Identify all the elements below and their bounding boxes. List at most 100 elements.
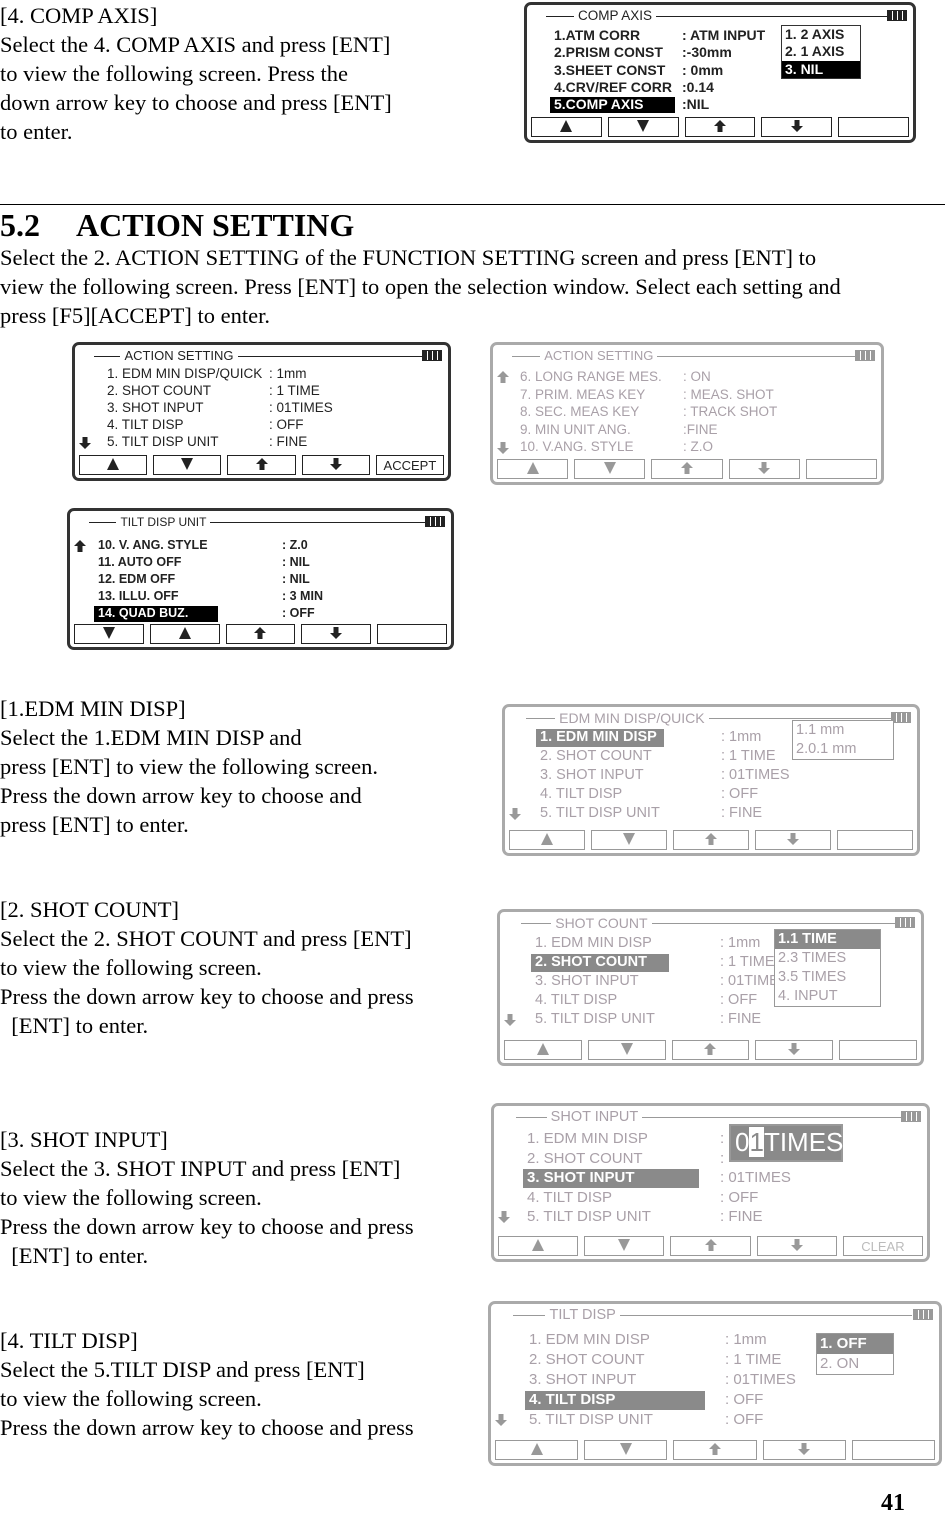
menu-item-label[interactable]: 3.SHEET CONST — [554, 62, 665, 79]
blank-softkey[interactable] — [837, 830, 913, 850]
menu-item-label[interactable]: 2. SHOT COUNT — [107, 382, 211, 399]
menu-item-label[interactable]: 5.COMP AXIS — [554, 96, 643, 113]
menu-item-label[interactable]: 5. TILT DISP UNIT — [107, 433, 219, 450]
page-up-softkey[interactable] — [670, 1236, 751, 1256]
menu-item-label[interactable]: 4.CRV/REF CORR — [554, 79, 672, 96]
triangle-down-softkey[interactable] — [591, 830, 667, 850]
menu-item-label[interactable]: 8. SEC. MEAS KEY — [520, 403, 639, 421]
menu-item-label[interactable]: 4. TILT DISP — [535, 991, 617, 1010]
page-up-softkey[interactable] — [673, 830, 749, 850]
popup-option[interactable]: 2. ON — [817, 1354, 893, 1374]
input-text: TIMES — [763, 1127, 844, 1157]
page-up-softkey[interactable] — [651, 459, 723, 479]
menu-item-label[interactable]: 12. EDM OFF — [98, 571, 175, 588]
popup-option[interactable]: 3. NIL — [782, 60, 860, 78]
menu-item-label[interactable]: 3. SHOT INPUT — [535, 972, 639, 991]
triangle-up-softkey[interactable] — [79, 455, 148, 475]
popup-option[interactable]: 2.0.1 mm — [793, 740, 893, 759]
blank-softkey[interactable] — [377, 624, 447, 644]
menu-item-value: : FINE — [720, 1208, 763, 1225]
popup-option[interactable]: 1. OFF — [817, 1334, 893, 1354]
page-up-softkey[interactable] — [227, 455, 296, 475]
device-screen-tilt-disp: TILT DISP 1. EDM MIN DISP: 1mm 2. SHOT COU… — [488, 1301, 942, 1466]
triangle-down-softkey[interactable] — [584, 1236, 665, 1256]
menu-item-label[interactable]: 2. SHOT COUNT — [535, 953, 647, 972]
page-down-softkey[interactable] — [762, 1440, 846, 1460]
menu-item-label[interactable]: 1. EDM MIN DISP — [527, 1129, 648, 1149]
menu-item-label[interactable]: 1. EDM MIN DISP — [535, 934, 652, 953]
menu-item-label[interactable]: 2.PRISM CONST — [554, 44, 663, 61]
blank-softkey[interactable] — [839, 1040, 917, 1060]
accept-softkey[interactable]: ACCEPT — [375, 455, 445, 475]
popup-option[interactable]: 1. 2 AXIS — [782, 26, 860, 43]
menu-item-label[interactable]: 2. SHOT COUNT — [540, 747, 652, 766]
page-down-softkey[interactable] — [301, 455, 370, 475]
blank-softkey[interactable] — [838, 117, 909, 137]
page-up-softkey[interactable] — [225, 624, 296, 644]
triangle-down-softkey[interactable] — [584, 1440, 668, 1460]
popup-option[interactable]: 1.1 TIME — [775, 930, 880, 949]
screen-title: TILT DISP — [545, 1306, 620, 1324]
page-down-softkey[interactable] — [755, 830, 831, 850]
menu-item-label[interactable]: 10. V.ANG. STYLE — [520, 438, 634, 456]
page-down-softkey[interactable] — [301, 624, 372, 644]
page-up-softkey[interactable] — [671, 1040, 750, 1060]
page-up-softkey[interactable] — [673, 1440, 757, 1460]
triangle-up-softkey[interactable] — [531, 117, 602, 137]
menu-item-label[interactable]: 1.ATM CORR — [554, 27, 640, 44]
menu-item-label[interactable]: 2. SHOT COUNT — [529, 1350, 645, 1370]
menu-item-label[interactable]: 5. TILT DISP UNIT — [529, 1410, 653, 1430]
triangle-up-softkey[interactable] — [149, 624, 220, 644]
blank-softkey[interactable] — [851, 1440, 936, 1460]
menu-item-label[interactable]: 4. TILT DISP — [529, 1390, 615, 1410]
menu-item-label[interactable]: 4. TILT DISP — [107, 416, 184, 433]
menu-item-label[interactable]: 9. MIN UNIT ANG. — [520, 421, 631, 439]
menu-item-label[interactable]: 3. SHOT INPUT — [540, 766, 644, 785]
menu-item-label[interactable]: 1. EDM MIN DISP — [529, 1330, 650, 1350]
triangle-down-softkey[interactable] — [574, 459, 646, 479]
menu-item-label[interactable]: 11. AUTO OFF — [98, 554, 181, 571]
popup-option[interactable]: 4. INPUT — [775, 987, 880, 1006]
triangle-up-softkey[interactable] — [504, 1040, 582, 1060]
popup-option[interactable]: 3.5 TIMES — [775, 968, 880, 987]
menu-item-label[interactable]: 3. SHOT INPUT — [107, 399, 204, 416]
value-input[interactable]: 01TIMES — [729, 1124, 843, 1162]
menu-item-label[interactable]: 14. QUAD BUZ. — [98, 605, 188, 622]
menu-item-label[interactable]: 6. LONG RANGE MES. — [520, 368, 662, 386]
blank-softkey[interactable] — [805, 459, 878, 479]
triangle-down-softkey[interactable] — [153, 455, 222, 475]
menu-item-label[interactable]: 3. SHOT INPUT — [527, 1168, 635, 1188]
page-down-softkey[interactable] — [728, 459, 800, 479]
triangle-down-softkey[interactable] — [587, 1040, 666, 1060]
menu-item-label[interactable]: 3. SHOT INPUT — [529, 1370, 636, 1390]
triangle-down-softkey[interactable] — [74, 624, 144, 644]
clear-softkey[interactable]: CLEAR — [842, 1236, 924, 1256]
menu-item-label[interactable]: 1. EDM MIN DISP/QUICK — [107, 365, 262, 382]
triangle-up-softkey[interactable] — [495, 1440, 579, 1460]
menu-item-label[interactable]: 5. TILT DISP UNIT — [540, 804, 660, 823]
triangle-down-softkey[interactable] — [607, 117, 679, 137]
menu-item-label[interactable]: 2. SHOT COUNT — [527, 1149, 643, 1169]
page-down-softkey[interactable] — [761, 117, 833, 137]
menu-item-label[interactable]: 7. PRIM. MEAS KEY — [520, 386, 645, 404]
battery-icon — [913, 1309, 933, 1320]
menu-item-label[interactable]: 13. ILLU. OFF — [98, 588, 179, 605]
menu-item-label[interactable]: 5. TILT DISP UNIT — [527, 1207, 651, 1227]
instruction-line: [4. COMP AXIS] — [0, 3, 158, 28]
menu-item-label[interactable]: 4. TILT DISP — [527, 1188, 612, 1208]
popup-option[interactable]: 1.1 mm — [793, 721, 893, 740]
menu-item-label[interactable]: 5. TILT DISP UNIT — [535, 1010, 655, 1029]
triangle-up-softkey[interactable] — [497, 459, 569, 479]
menu-item-label[interactable]: 10. V. ANG. STYLE — [98, 537, 208, 554]
page-down-softkey[interactable] — [756, 1236, 837, 1256]
menu-item-label[interactable]: 1. EDM MIN DISP — [540, 728, 657, 747]
triangle-up-softkey[interactable] — [498, 1236, 579, 1256]
popup-option[interactable]: 2.3 TIMES — [775, 949, 880, 968]
page-down-softkey[interactable] — [755, 1040, 834, 1060]
device-screen-comp-axis: COMP AXIS 1.ATM CORR: ATM INPUT 2.PRISM CO… — [524, 2, 916, 143]
popup-option[interactable]: 2. 1 AXIS — [782, 43, 860, 60]
menu-item-label[interactable]: 4. TILT DISP — [540, 785, 622, 804]
menu-item-value: : 01TIMES — [269, 400, 333, 415]
page-up-softkey[interactable] — [684, 117, 756, 137]
triangle-up-softkey[interactable] — [509, 830, 585, 850]
